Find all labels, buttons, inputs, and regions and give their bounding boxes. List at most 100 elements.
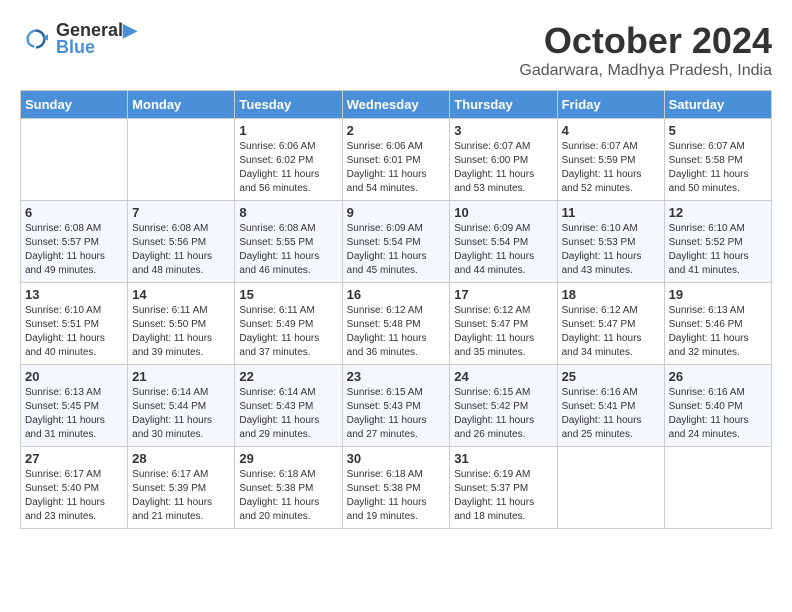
day-number: 17: [454, 287, 552, 302]
day-info: Sunrise: 6:12 AMSunset: 5:47 PMDaylight:…: [562, 304, 660, 360]
calendar-cell: 15Sunrise: 6:11 AMSunset: 5:49 PMDayligh…: [235, 283, 342, 365]
day-info: Sunrise: 6:17 AMSunset: 5:39 PMDaylight:…: [132, 468, 230, 524]
day-number: 8: [239, 205, 337, 220]
day-info: Sunrise: 6:09 AMSunset: 5:54 PMDaylight:…: [347, 222, 446, 278]
day-info: Sunrise: 6:08 AMSunset: 5:55 PMDaylight:…: [239, 222, 337, 278]
calendar-cell: [557, 447, 664, 529]
day-number: 3: [454, 123, 552, 138]
day-number: 24: [454, 369, 552, 384]
day-info: Sunrise: 6:08 AMSunset: 5:56 PMDaylight:…: [132, 222, 230, 278]
day-info: Sunrise: 6:18 AMSunset: 5:38 PMDaylight:…: [347, 468, 446, 524]
day-info: Sunrise: 6:16 AMSunset: 5:41 PMDaylight:…: [562, 386, 660, 442]
day-number: 20: [25, 369, 123, 384]
calendar-cell: 14 Sunrise: 6:11 AMSunset: 5:50 PMDayligh…: [128, 283, 235, 365]
calendar-cell: 12 Sunrise: 6:10 AMSunset: 5:52 PMDayligh…: [664, 201, 771, 283]
day-info: Sunrise: 6:07 AMSunset: 6:00 PMDaylight:…: [454, 140, 552, 196]
day-number: 14: [132, 287, 230, 302]
title-section: October 2024 Gadarwara, Madhya Pradesh, …: [519, 20, 772, 80]
day-info: Sunrise: 6:15 AMSunset: 5:42 PMDaylight:…: [454, 386, 552, 442]
day-info: Sunrise: 6:14 AMSunset: 5:44 PMDaylight:…: [132, 386, 230, 442]
week-row-5: 27 Sunrise: 6:17 AMSunset: 5:40 PMDayligh…: [21, 447, 772, 529]
day-number: 13: [25, 287, 123, 302]
day-number: 28: [132, 451, 230, 466]
day-number: 1: [239, 123, 337, 138]
calendar-cell: [664, 447, 771, 529]
calendar-cell: [21, 119, 128, 201]
day-info: Sunrise: 6:12 AMSunset: 5:47 PMDaylight:…: [454, 304, 552, 360]
weekday-header-saturday: Saturday: [664, 91, 771, 119]
day-info: Sunrise: 6:13 AMSunset: 5:46 PMDaylight:…: [669, 304, 767, 360]
calendar-cell: 2 Sunrise: 6:06 AMSunset: 6:01 PMDaylight…: [342, 119, 450, 201]
calendar-cell: 1Sunrise: 6:06 AMSunset: 6:02 PMDaylight…: [235, 119, 342, 201]
page-header: General▶ Blue October 2024 Gadarwara, Ma…: [20, 20, 772, 80]
month-title: October 2024: [519, 20, 772, 62]
calendar-cell: 7 Sunrise: 6:08 AMSunset: 5:56 PMDaylight…: [128, 201, 235, 283]
week-row-2: 6 Sunrise: 6:08 AMSunset: 5:57 PMDaylight…: [21, 201, 772, 283]
day-number: 9: [347, 205, 446, 220]
calendar-cell: 8 Sunrise: 6:08 AMSunset: 5:55 PMDaylight…: [235, 201, 342, 283]
day-number: 15: [239, 287, 337, 302]
calendar-cell: 5Sunrise: 6:07 AMSunset: 5:58 PMDaylight…: [664, 119, 771, 201]
day-info: Sunrise: 6:07 AMSunset: 5:58 PMDaylight:…: [669, 140, 767, 196]
day-number: 6: [25, 205, 123, 220]
calendar-cell: 25Sunrise: 6:16 AMSunset: 5:41 PMDayligh…: [557, 365, 664, 447]
calendar-cell: [128, 119, 235, 201]
day-number: 12: [669, 205, 767, 220]
weekday-header-tuesday: Tuesday: [235, 91, 342, 119]
day-info: Sunrise: 6:08 AMSunset: 5:57 PMDaylight:…: [25, 222, 123, 278]
day-number: 2: [347, 123, 446, 138]
day-number: 31: [454, 451, 552, 466]
calendar-cell: 9 Sunrise: 6:09 AMSunset: 5:54 PMDaylight…: [342, 201, 450, 283]
calendar-cell: 6 Sunrise: 6:08 AMSunset: 5:57 PMDaylight…: [21, 201, 128, 283]
day-number: 23: [347, 369, 446, 384]
calendar-cell: 23 Sunrise: 6:15 AMSunset: 5:43 PMDayligh…: [342, 365, 450, 447]
day-number: 18: [562, 287, 660, 302]
week-row-1: 1Sunrise: 6:06 AMSunset: 6:02 PMDaylight…: [21, 119, 772, 201]
day-info: Sunrise: 6:15 AMSunset: 5:43 PMDaylight:…: [347, 386, 446, 442]
calendar-cell: 27 Sunrise: 6:17 AMSunset: 5:40 PMDayligh…: [21, 447, 128, 529]
day-number: 26: [669, 369, 767, 384]
day-number: 4: [562, 123, 660, 138]
day-number: 29: [239, 451, 337, 466]
day-info: Sunrise: 6:13 AMSunset: 5:45 PMDaylight:…: [25, 386, 123, 442]
weekday-header-monday: Monday: [128, 91, 235, 119]
day-info: Sunrise: 6:10 AMSunset: 5:53 PMDaylight:…: [562, 222, 660, 278]
calendar-cell: 20 Sunrise: 6:13 AMSunset: 5:45 PMDayligh…: [21, 365, 128, 447]
day-number: 11: [562, 205, 660, 220]
calendar-cell: 31Sunrise: 6:19 AMSunset: 5:37 PMDayligh…: [450, 447, 557, 529]
logo-text: General▶ Blue: [56, 20, 137, 58]
day-number: 22: [239, 369, 337, 384]
week-row-3: 13 Sunrise: 6:10 AMSunset: 5:51 PMDayligh…: [21, 283, 772, 365]
calendar-cell: 16Sunrise: 6:12 AMSunset: 5:48 PMDayligh…: [342, 283, 450, 365]
calendar-cell: 4 Sunrise: 6:07 AMSunset: 5:59 PMDaylight…: [557, 119, 664, 201]
calendar-cell: 22 Sunrise: 6:14 AMSunset: 5:43 PMDayligh…: [235, 365, 342, 447]
day-info: Sunrise: 6:06 AMSunset: 6:01 PMDaylight:…: [347, 140, 446, 196]
calendar-cell: 26Sunrise: 6:16 AMSunset: 5:40 PMDayligh…: [664, 365, 771, 447]
calendar-cell: 18 Sunrise: 6:12 AMSunset: 5:47 PMDayligh…: [557, 283, 664, 365]
day-info: Sunrise: 6:11 AMSunset: 5:50 PMDaylight:…: [132, 304, 230, 360]
day-number: 7: [132, 205, 230, 220]
day-info: Sunrise: 6:10 AMSunset: 5:51 PMDaylight:…: [25, 304, 123, 360]
logo-icon: [20, 23, 52, 55]
weekday-header-thursday: Thursday: [450, 91, 557, 119]
weekday-header-wednesday: Wednesday: [342, 91, 450, 119]
calendar-cell: 21 Sunrise: 6:14 AMSunset: 5:44 PMDayligh…: [128, 365, 235, 447]
calendar-cell: 19Sunrise: 6:13 AMSunset: 5:46 PMDayligh…: [664, 283, 771, 365]
week-row-4: 20 Sunrise: 6:13 AMSunset: 5:45 PMDayligh…: [21, 365, 772, 447]
calendar-cell: 13 Sunrise: 6:10 AMSunset: 5:51 PMDayligh…: [21, 283, 128, 365]
logo: General▶ Blue: [20, 20, 137, 58]
day-info: Sunrise: 6:07 AMSunset: 5:59 PMDaylight:…: [562, 140, 660, 196]
day-info: Sunrise: 6:17 AMSunset: 5:40 PMDaylight:…: [25, 468, 123, 524]
calendar-cell: 10Sunrise: 6:09 AMSunset: 5:54 PMDayligh…: [450, 201, 557, 283]
day-number: 30: [347, 451, 446, 466]
weekday-header-friday: Friday: [557, 91, 664, 119]
calendar-cell: 29 Sunrise: 6:18 AMSunset: 5:38 PMDayligh…: [235, 447, 342, 529]
day-info: Sunrise: 6:14 AMSunset: 5:43 PMDaylight:…: [239, 386, 337, 442]
day-info: Sunrise: 6:10 AMSunset: 5:52 PMDaylight:…: [669, 222, 767, 278]
calendar-cell: 11 Sunrise: 6:10 AMSunset: 5:53 PMDayligh…: [557, 201, 664, 283]
calendar-cell: 30 Sunrise: 6:18 AMSunset: 5:38 PMDayligh…: [342, 447, 450, 529]
day-info: Sunrise: 6:18 AMSunset: 5:38 PMDaylight:…: [239, 468, 337, 524]
day-number: 21: [132, 369, 230, 384]
day-number: 27: [25, 451, 123, 466]
calendar-cell: 17 Sunrise: 6:12 AMSunset: 5:47 PMDayligh…: [450, 283, 557, 365]
